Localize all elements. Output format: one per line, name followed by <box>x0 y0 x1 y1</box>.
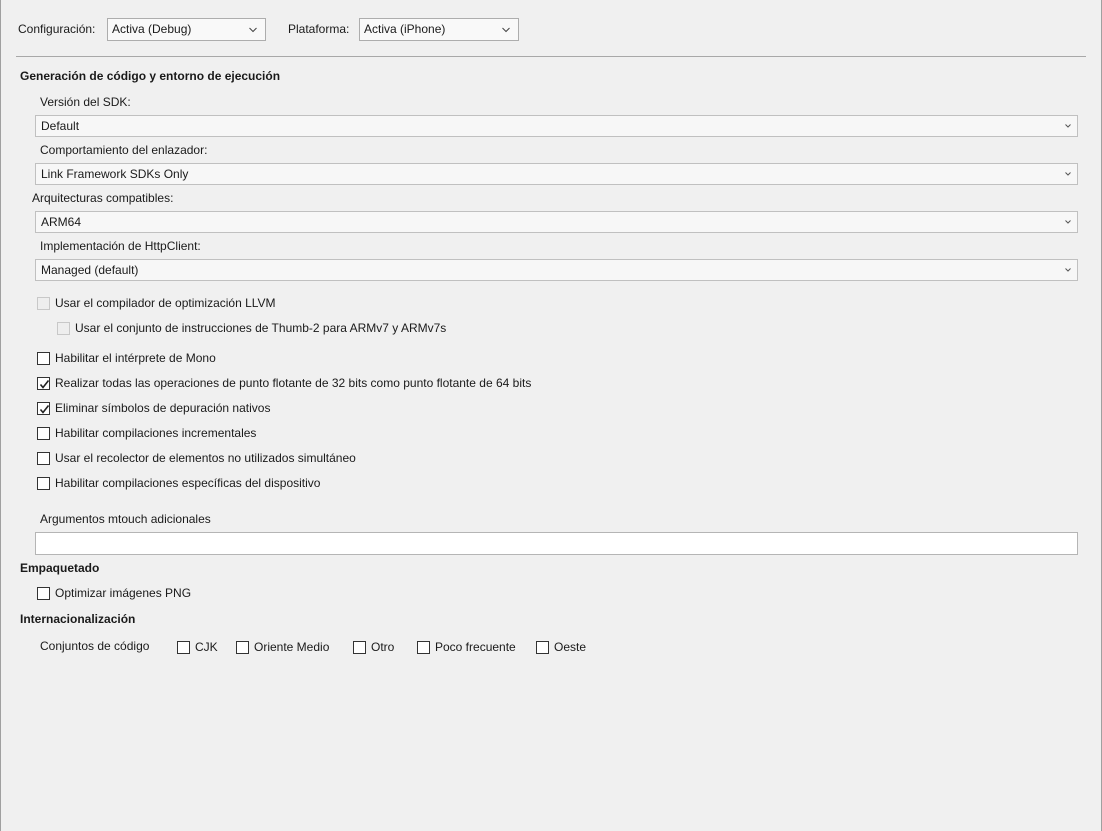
codeset-west-checkbox[interactable] <box>536 641 549 654</box>
incremental-builds-checkbox[interactable] <box>37 427 50 440</box>
codeset-other-label: Otro <box>371 640 395 654</box>
architectures-select[interactable]: ARM64 <box>35 211 1078 233</box>
chevron-down-icon <box>1065 172 1071 176</box>
linker-behavior-label: Comportamiento del enlazador: <box>40 143 208 157</box>
toolbar-divider <box>16 56 1086 57</box>
thumb2-checkbox[interactable] <box>57 322 70 335</box>
platform-value: Activa (iPhone) <box>364 22 446 36</box>
chevron-down-icon <box>502 27 510 33</box>
chevron-down-icon <box>1065 268 1071 272</box>
codeset-cjk-label: CJK <box>195 640 218 654</box>
codeset-mideast-label: Oriente Medio <box>254 640 330 654</box>
mtouch-args-label: Argumentos mtouch adicionales <box>40 512 211 526</box>
codegen-heading: Generación de código y entorno de ejecuc… <box>20 69 281 83</box>
configuration-label: Configuración: <box>18 22 96 36</box>
codesets-label: Conjuntos de código <box>40 639 150 653</box>
incremental-builds-label: Habilitar compilaciones incrementales <box>55 426 257 440</box>
device-specific-builds-label: Habilitar compilaciones específicas del … <box>55 476 321 490</box>
configuration-select[interactable]: Activa (Debug) <box>107 18 266 41</box>
packaging-heading: Empaquetado <box>20 561 100 575</box>
float32-as-float64-checkbox[interactable] <box>37 377 50 390</box>
configuration-value: Activa (Debug) <box>112 22 192 36</box>
linker-behavior-select[interactable]: Link Framework SDKs Only <box>35 163 1078 185</box>
platform-select[interactable]: Activa (iPhone) <box>359 18 519 41</box>
platform-label: Plataforma: <box>288 22 350 36</box>
optimize-png-label: Optimizar imágenes PNG <box>55 586 192 600</box>
optimize-png-checkbox[interactable] <box>37 587 50 600</box>
chevron-down-icon <box>249 27 257 33</box>
strip-debug-symbols-label: Eliminar símbolos de depuración nativos <box>55 401 271 415</box>
httpclient-label: Implementación de HttpClient: <box>40 239 201 253</box>
concurrent-gc-checkbox[interactable] <box>37 452 50 465</box>
httpclient-value: Managed (default) <box>41 263 139 277</box>
llvm-label: Usar el compilador de optimización LLVM <box>55 296 276 310</box>
linker-behavior-value: Link Framework SDKs Only <box>41 167 189 181</box>
mono-interpreter-checkbox[interactable] <box>37 352 50 365</box>
concurrent-gc-label: Usar el recolector de elementos no utili… <box>55 451 356 465</box>
codeset-rare-label: Poco frecuente <box>435 640 516 654</box>
sdk-version-value: Default <box>41 119 80 133</box>
sdk-version-select[interactable]: Default <box>35 115 1078 137</box>
architectures-label: Arquitecturas compatibles: <box>32 191 174 205</box>
mono-interpreter-label: Habilitar el intérprete de Mono <box>55 351 216 365</box>
architectures-value: ARM64 <box>41 215 82 229</box>
codeset-cjk-checkbox[interactable] <box>177 641 190 654</box>
thumb2-label: Usar el conjunto de instrucciones de Thu… <box>75 321 447 335</box>
strip-debug-symbols-checkbox[interactable] <box>37 402 50 415</box>
mtouch-args-input[interactable] <box>35 532 1078 555</box>
chevron-down-icon <box>1065 124 1071 128</box>
codeset-mideast-checkbox[interactable] <box>236 641 249 654</box>
llvm-checkbox[interactable] <box>37 297 50 310</box>
sdk-version-label: Versión del SDK: <box>40 95 131 109</box>
codeset-rare-checkbox[interactable] <box>417 641 430 654</box>
codeset-other-checkbox[interactable] <box>353 641 366 654</box>
checkmark-icon <box>39 380 50 389</box>
float32-as-float64-label: Realizar todas las operaciones de punto … <box>55 376 532 390</box>
device-specific-builds-checkbox[interactable] <box>37 477 50 490</box>
i18n-heading: Internacionalización <box>20 612 136 626</box>
httpclient-select[interactable]: Managed (default) <box>35 259 1078 281</box>
checkmark-icon <box>39 405 50 414</box>
chevron-down-icon <box>1065 220 1071 224</box>
codeset-west-label: Oeste <box>554 640 587 654</box>
